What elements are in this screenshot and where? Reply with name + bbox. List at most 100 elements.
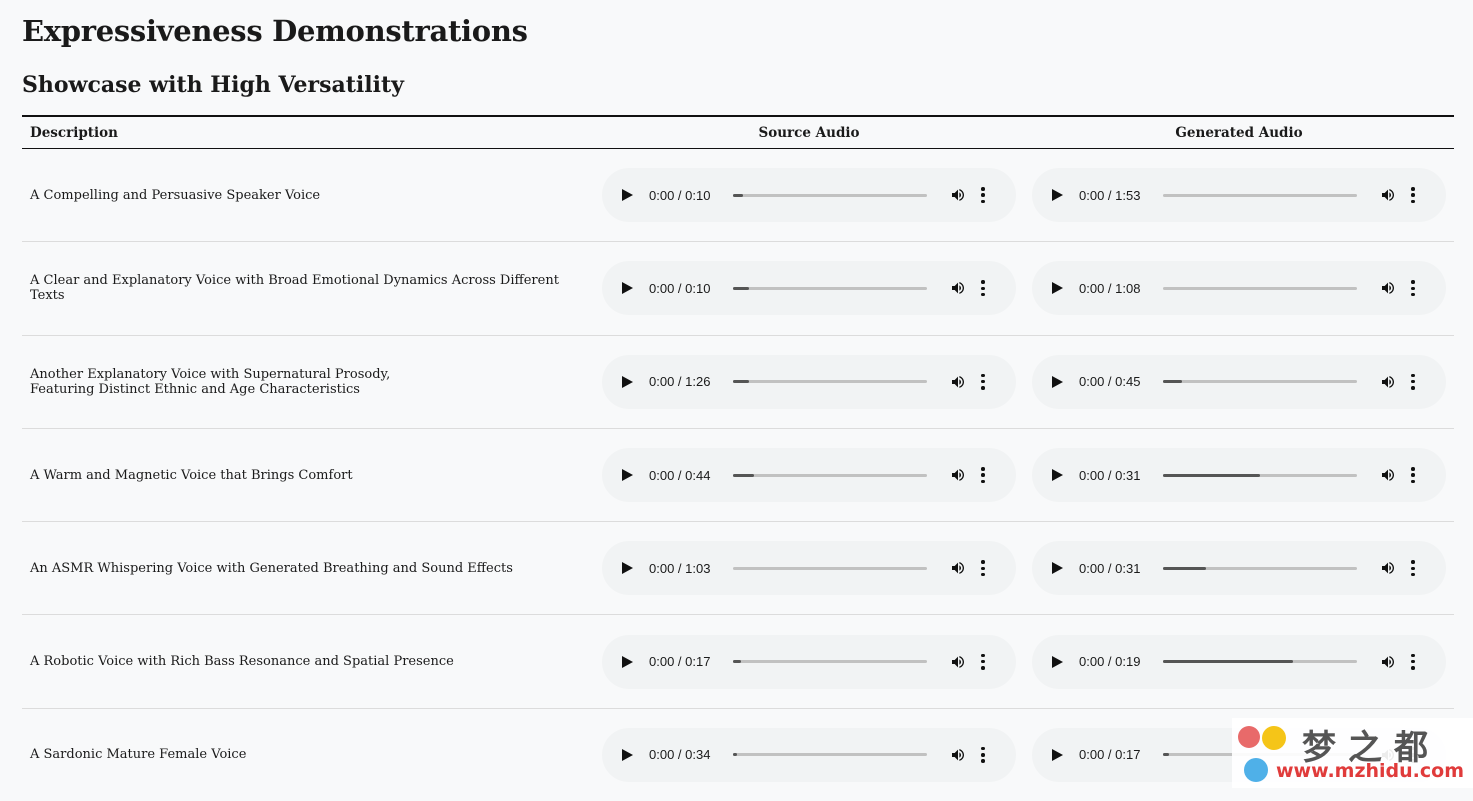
source-audio-player[interactable]: 0:00 / 0:10: [602, 168, 1016, 223]
menu-dot: [981, 199, 985, 204]
buffered-fill: [1163, 753, 1169, 757]
buffered-fill: [733, 473, 755, 477]
table-row: An ASMR Whispering Voice with Generated …: [22, 521, 1454, 616]
seek-bar[interactable]: [1163, 660, 1357, 664]
volume-icon[interactable]: [1379, 467, 1397, 483]
play-icon[interactable]: [1052, 655, 1063, 668]
volume-icon[interactable]: [949, 747, 967, 763]
volume-icon[interactable]: [1379, 560, 1397, 576]
play-icon[interactable]: [1052, 469, 1063, 482]
source-audio-cell: 0:00 / 1:03: [594, 521, 1024, 616]
seek-bar[interactable]: [733, 473, 927, 477]
seek-bar[interactable]: [733, 193, 927, 197]
description-cell: A Sardonic Mature Female Voice: [22, 708, 594, 801]
more-options-icon[interactable]: [1411, 653, 1415, 670]
time-display: 0:00 / 1:08: [1079, 280, 1141, 296]
volume-icon[interactable]: [1379, 374, 1397, 390]
seek-bar[interactable]: [1163, 193, 1357, 197]
generated-audio-player[interactable]: 0:00 / 0:31: [1032, 448, 1446, 503]
description-text: A Sardonic Mature Female Voice: [30, 747, 247, 763]
generated-audio-cell: 0:00 / 0:31: [1024, 521, 1454, 616]
volume-icon[interactable]: [949, 187, 967, 203]
play-icon[interactable]: [1052, 189, 1063, 202]
volume-icon[interactable]: [949, 280, 967, 296]
source-audio-player[interactable]: 0:00 / 1:03: [602, 541, 1016, 596]
more-options-icon[interactable]: [981, 467, 985, 484]
generated-audio-player[interactable]: 0:00 / 0:19: [1032, 634, 1446, 689]
menu-dot: [1411, 560, 1415, 564]
play-icon[interactable]: [622, 282, 633, 295]
description-text: A Warm and Magnetic Voice that Brings Co…: [30, 467, 353, 483]
seek-bar[interactable]: [733, 660, 927, 664]
more-options-icon[interactable]: [981, 373, 985, 390]
source-audio-player[interactable]: 0:00 / 0:10: [602, 261, 1016, 316]
volume-icon[interactable]: [949, 560, 967, 576]
more-options-icon[interactable]: [1411, 560, 1415, 577]
generated-audio-cell: 0:00 / 0:31: [1024, 428, 1454, 523]
seek-bar[interactable]: [733, 566, 927, 570]
play-icon[interactable]: [622, 469, 633, 482]
source-audio-player[interactable]: 0:00 / 1:26: [602, 354, 1016, 409]
menu-dot: [1411, 479, 1415, 484]
play-icon[interactable]: [622, 748, 633, 761]
description-cell: A Robotic Voice with Rich Bass Resonance…: [22, 614, 594, 709]
source-audio-cell: 0:00 / 0:44: [594, 428, 1024, 523]
source-audio-player[interactable]: 0:00 / 0:17: [602, 634, 1016, 689]
more-options-icon[interactable]: [981, 187, 985, 204]
volume-icon[interactable]: [1379, 187, 1397, 203]
generated-audio-player[interactable]: 0:00 / 1:53: [1032, 168, 1446, 223]
demo-table: Description Source Audio Generated Audio…: [22, 115, 1454, 801]
more-options-icon[interactable]: [981, 746, 985, 763]
menu-dot: [1411, 572, 1415, 577]
time-display: 0:00 / 0:34: [649, 747, 711, 763]
volume-icon[interactable]: [949, 654, 967, 670]
buffered-fill: [1163, 380, 1183, 384]
generated-audio-player[interactable]: 0:00 / 0:45: [1032, 354, 1446, 409]
menu-dot: [1411, 187, 1415, 191]
play-icon[interactable]: [622, 375, 633, 388]
more-options-icon[interactable]: [1411, 187, 1415, 204]
more-options-icon[interactable]: [1411, 373, 1415, 390]
play-icon[interactable]: [622, 655, 633, 668]
seek-bar[interactable]: [733, 286, 927, 290]
time-display: 0:00 / 1:03: [649, 560, 711, 576]
play-icon[interactable]: [1052, 282, 1063, 295]
seek-bar[interactable]: [1163, 566, 1357, 570]
play-icon[interactable]: [1052, 562, 1063, 575]
more-options-icon[interactable]: [1411, 467, 1415, 484]
description-cell: A Warm and Magnetic Voice that Brings Co…: [22, 428, 594, 523]
menu-dot: [1411, 659, 1415, 664]
play-icon[interactable]: [622, 562, 633, 575]
seek-bar[interactable]: [733, 753, 927, 757]
buffered-fill: [1163, 473, 1260, 477]
buffered-fill: [1163, 660, 1293, 664]
more-options-icon[interactable]: [981, 653, 985, 670]
play-icon[interactable]: [622, 189, 633, 202]
play-icon[interactable]: [1052, 375, 1063, 388]
seek-bar[interactable]: [1163, 473, 1357, 477]
volume-icon[interactable]: [1379, 280, 1397, 296]
more-options-icon[interactable]: [981, 560, 985, 577]
buffered-fill: [1163, 566, 1206, 570]
menu-dot: [981, 560, 985, 564]
menu-dot: [1411, 566, 1415, 571]
more-options-icon[interactable]: [981, 280, 985, 297]
seek-bar[interactable]: [1163, 286, 1357, 290]
generated-audio-player[interactable]: 0:00 / 1:08: [1032, 261, 1446, 316]
seek-bar[interactable]: [1163, 380, 1357, 384]
menu-dot: [1411, 199, 1415, 204]
menu-dot: [981, 467, 985, 471]
menu-dot: [1411, 286, 1415, 291]
more-options-icon[interactable]: [1411, 280, 1415, 297]
play-icon[interactable]: [1052, 748, 1063, 761]
volume-icon[interactable]: [1379, 654, 1397, 670]
volume-icon[interactable]: [949, 374, 967, 390]
source-audio-cell: 0:00 / 0:34: [594, 708, 1024, 801]
source-audio-player[interactable]: 0:00 / 0:44: [602, 448, 1016, 503]
volume-icon[interactable]: [949, 467, 967, 483]
time-display: 0:00 / 0:17: [649, 654, 711, 670]
description-text: Featuring Distinct Ethnic and Age Charac…: [30, 381, 360, 397]
generated-audio-player[interactable]: 0:00 / 0:31: [1032, 541, 1446, 596]
source-audio-player[interactable]: 0:00 / 0:34: [602, 727, 1016, 782]
seek-bar[interactable]: [733, 380, 927, 384]
